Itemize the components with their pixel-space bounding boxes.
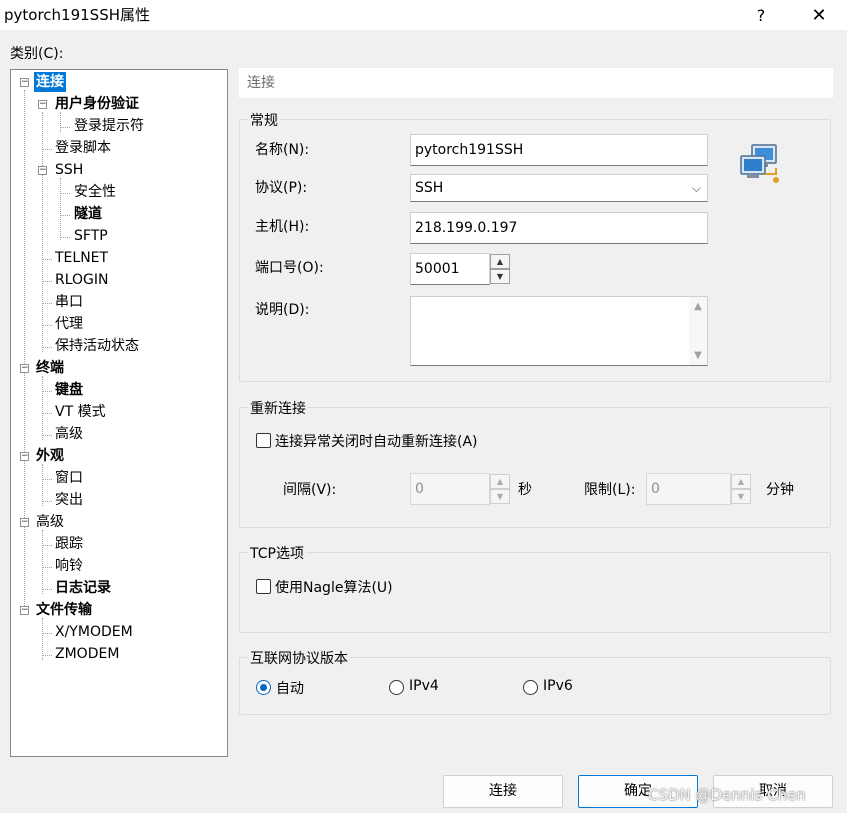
tree-collapse-icon[interactable]: − [20,606,29,615]
nagle-checkbox[interactable] [256,579,271,594]
nagle-label: 使用Nagle算法(U) [275,580,393,596]
tree-item-xymodem[interactable]: X/YMODEM [55,622,133,642]
help-icon[interactable]: ? [738,0,784,30]
tree-item-user-auth[interactable]: 用户身份验证 [55,94,139,114]
host-label: 主机(H): [255,219,310,235]
tree-item-serial[interactable]: 串口 [55,292,83,312]
spin-down-icon[interactable]: ▼ [490,269,510,284]
ip-auto-radio[interactable] [256,680,271,695]
tree-item-proxy[interactable]: 代理 [55,314,83,334]
tree-item-telnet[interactable]: TELNET [55,248,108,268]
protocol-value: SSH [415,180,444,196]
tree-item-login-script[interactable]: 登录脚本 [55,138,111,158]
tree-collapse-icon[interactable]: − [38,100,47,109]
tree-item-window[interactable]: 窗口 [55,468,83,488]
interval-spinner[interactable]: ▲ ▼ [490,473,510,505]
tree-item-terminal-advanced[interactable]: 高级 [55,424,83,444]
network-computers-icon [740,144,779,183]
tree-item-trace[interactable]: 跟踪 [55,534,83,554]
scroll-down-icon[interactable]: ▼ [689,350,707,361]
limit-input[interactable]: 0 [646,473,731,505]
spin-up-icon[interactable]: ▲ [490,474,510,489]
tree-item-sftp[interactable]: SFTP [74,226,108,246]
title-bar: pytorch191SSH属性 ? ✕ [0,0,847,30]
ipv6-label: IPv6 [543,678,573,694]
tree-item-keyboard[interactable]: 键盘 [55,380,83,400]
ip-auto-label: 自动 [276,681,304,697]
auto-reconnect-checkbox[interactable] [256,433,271,448]
watermark: CSDN @Dennis Chen [648,786,806,804]
tree-item-appearance[interactable]: 外观 [36,446,64,466]
tree-item-login-prompt[interactable]: 登录提示符 [74,116,144,136]
limit-spinner[interactable]: ▲ ▼ [731,473,751,505]
chevron-down-icon: ⌵ [691,181,701,195]
interval-label: 间隔(V): [283,482,337,498]
ipv4-radio[interactable] [389,680,404,695]
interval-input[interactable]: 0 [410,473,490,505]
spin-down-icon[interactable]: ▼ [731,489,751,504]
ipv4-label: IPv4 [409,678,439,694]
general-group-title: 常规 [248,110,280,130]
tree-item-rlogin[interactable]: RLOGIN [55,270,109,290]
tree-item-bell[interactable]: 响铃 [55,556,83,576]
category-tree[interactable]: − 连接 − 用户身份验证 登录提示符 登录脚本 − SSH 安全性 隧道 SF… [10,69,228,757]
limit-label: 限制(L): [584,482,636,498]
tree-item-vt-mode[interactable]: VT 模式 [55,402,106,422]
tree-item-logging[interactable]: 日志记录 [55,578,111,598]
tree-item-tunnel[interactable]: 隧道 [74,204,102,224]
description-label: 说明(D): [255,302,310,318]
reconnect-group [239,407,831,528]
name-label: 名称(N): [255,142,310,158]
name-input[interactable]: pytorch191SSH [410,134,708,166]
tree-item-file-transfer[interactable]: 文件传输 [36,600,92,620]
section-header: 连接 [239,68,833,98]
spin-up-icon[interactable]: ▲ [490,254,510,269]
ip-version-group-title: 互联网协议版本 [248,648,350,668]
window-title: pytorch191SSH属性 [4,6,151,24]
scroll-up-icon[interactable]: ▲ [689,301,707,312]
tree-collapse-icon[interactable]: − [20,364,29,373]
tree-item-terminal[interactable]: 终端 [36,358,64,378]
description-input[interactable]: ▲ ▼ [410,296,708,366]
protocol-label: 协议(P): [255,180,308,196]
spin-up-icon[interactable]: ▲ [731,474,751,489]
connect-button[interactable]: 连接 [443,775,563,808]
tree-collapse-icon[interactable]: − [20,518,29,527]
tree-item-advanced[interactable]: 高级 [36,512,64,532]
tree-item-keepalive[interactable]: 保持活动状态 [55,336,139,356]
interval-unit: 秒 [518,482,532,498]
tree-item-connection[interactable]: 连接 [34,72,66,92]
category-label: 类别(C): [10,46,64,62]
limit-unit: 分钟 [766,482,794,498]
port-label: 端口号(O): [255,260,324,276]
reconnect-group-title: 重新连接 [248,398,308,418]
tree-item-ssh[interactable]: SSH [55,160,83,180]
auto-reconnect-label: 连接异常关闭时自动重新连接(A) [275,434,478,450]
tree-collapse-icon[interactable]: − [20,78,29,87]
tree-collapse-icon[interactable]: − [20,452,29,461]
protocol-select[interactable]: SSH ⌵ [410,174,708,202]
port-spinner[interactable]: ▲ ▼ [490,253,510,285]
spin-down-icon[interactable]: ▼ [490,489,510,504]
tree-collapse-icon[interactable]: − [38,166,47,175]
ipv6-radio[interactable] [523,680,538,695]
port-input[interactable]: 50001 [410,253,490,285]
close-icon[interactable]: ✕ [796,0,842,30]
tree-item-highlight[interactable]: 突出 [55,490,83,510]
description-scrollbar[interactable]: ▲ ▼ [689,297,707,365]
tree-item-security[interactable]: 安全性 [74,182,116,202]
host-input[interactable]: 218.199.0.197 [410,212,708,244]
tree-item-zmodem[interactable]: ZMODEM [55,644,119,664]
tcp-group-title: TCP选项 [248,543,306,563]
